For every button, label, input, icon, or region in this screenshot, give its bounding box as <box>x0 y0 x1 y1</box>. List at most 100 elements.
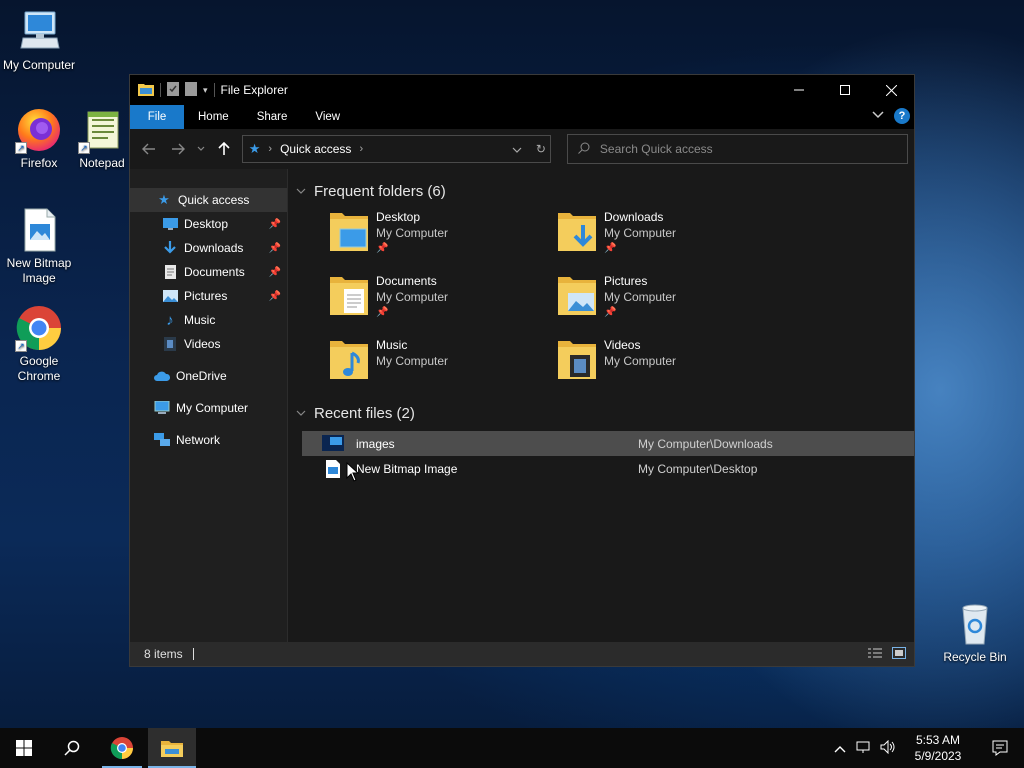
folder-tile-documents[interactable]: Documents My Computer 📌 <box>328 269 556 333</box>
bitmap-file-icon <box>322 459 344 478</box>
tab-share[interactable]: Share <box>243 105 302 129</box>
folder-location: My Computer <box>376 354 449 368</box>
details-view-icon[interactable] <box>868 647 882 662</box>
image-file-icon <box>322 434 344 453</box>
recent-file-row[interactable]: New Bitmap Image My Computer\Desktop <box>302 456 914 481</box>
chevron-right-icon[interactable]: › <box>359 143 363 155</box>
sidebar-item-quick-access[interactable]: ★ Quick access <box>130 188 287 212</box>
sidebar-item-label: Downloads <box>184 241 244 255</box>
address-bar[interactable]: ★ › Quick access › ↻ <box>241 135 551 163</box>
desktop-icon-new-bitmap[interactable]: New Bitmap Image <box>1 206 77 286</box>
help-icon[interactable]: ? <box>894 108 910 124</box>
file-name: images <box>356 436 395 451</box>
divider <box>192 648 194 660</box>
up-button[interactable] <box>214 135 234 163</box>
chevron-down-icon[interactable] <box>296 408 306 419</box>
network-icon[interactable] <box>852 740 876 757</box>
documents-folder-icon <box>328 273 370 319</box>
folder-name: Desktop <box>376 210 421 224</box>
sidebar-item-network[interactable]: Network <box>130 428 287 452</box>
sidebar-item-label: Network <box>176 433 221 447</box>
network-icon <box>154 432 170 448</box>
folder-location: My Computer <box>604 354 677 368</box>
file-explorer-window[interactable]: ▾ File Explorer File Home Share View ? ★… <box>129 74 915 667</box>
sidebar-item-music[interactable]: ♪ Music <box>130 308 287 332</box>
search-button[interactable] <box>48 728 96 768</box>
window-controls <box>776 75 914 105</box>
new-folder-icon[interactable] <box>185 81 197 99</box>
status-bar: 8 items <box>130 642 914 666</box>
breadcrumb-quick-access[interactable]: Quick access <box>280 142 351 156</box>
close-button[interactable] <box>868 75 914 105</box>
desktop-icon-firefox[interactable]: ↗ Firefox <box>1 106 77 171</box>
sidebar-item-pictures[interactable]: Pictures 📌 <box>130 284 287 308</box>
sidebar-item-label: Desktop <box>184 217 229 231</box>
recent-file-row[interactable]: images My Computer\Downloads <box>302 431 914 456</box>
sidebar-item-videos[interactable]: Videos <box>130 332 287 356</box>
clock[interactable]: 5:53 AM 5/9/2023 <box>900 732 976 764</box>
volume-icon[interactable] <box>876 739 900 757</box>
desktop-icon-notepad[interactable]: ↗ Notepad <box>72 106 132 171</box>
sidebar-item-label: My Computer <box>176 401 249 415</box>
desktop-icon-google-chrome[interactable]: ↗ Google Chrome <box>1 304 77 384</box>
sidebar-item-label: Documents <box>184 265 245 279</box>
address-dropdown-icon[interactable] <box>512 142 522 156</box>
recent-files-header[interactable]: Recent files (2) <box>288 401 914 425</box>
folder-name: Downloads <box>604 210 664 224</box>
action-center-button[interactable] <box>976 740 1024 756</box>
start-button[interactable] <box>0 728 48 768</box>
videos-folder-icon <box>556 337 598 383</box>
taskbar-chrome-button[interactable] <box>96 728 148 768</box>
file-name: New Bitmap Image <box>356 461 458 476</box>
search-box[interactable]: Search Quick access <box>566 134 908 164</box>
sidebar-item-my-computer[interactable]: My Computer <box>130 396 287 420</box>
taskbar-file-explorer-button[interactable] <box>148 728 196 768</box>
recent-files-list: images My Computer\Downloads New Bitmap … <box>288 431 914 481</box>
title-bar[interactable]: ▾ File Explorer <box>130 75 914 105</box>
folder-tile-music[interactable]: Music My Computer <box>328 333 556 397</box>
ribbon-tabs: File Home Share View ? <box>130 105 914 129</box>
large-icons-view-icon[interactable] <box>892 646 906 662</box>
folder-tile-pictures[interactable]: Pictures My Computer 📌 <box>556 269 784 333</box>
sidebar-item-documents[interactable]: Documents 📌 <box>130 260 287 284</box>
customize-toolbar-icon[interactable]: ▾ <box>203 85 208 96</box>
folder-tile-desktop[interactable]: Desktop My Computer 📌 <box>328 205 556 269</box>
videos-icon <box>162 336 178 352</box>
sidebar-item-label: Music <box>184 313 216 327</box>
desktop-folder-icon <box>328 209 370 255</box>
recycle-bin-icon <box>951 600 999 648</box>
folder-tile-downloads[interactable]: Downloads My Computer 📌 <box>556 205 784 269</box>
section-title: Frequent folders (6) <box>314 182 446 200</box>
desktop-icon-label: Recycle Bin <box>943 650 1007 664</box>
sidebar-item-label: OneDrive <box>176 369 227 383</box>
frequent-folders-header[interactable]: Frequent folders (6) <box>288 179 914 203</box>
folder-icon <box>138 82 154 99</box>
tab-file[interactable]: File <box>130 105 184 129</box>
back-button[interactable] <box>136 135 162 163</box>
expand-ribbon-chevron-icon[interactable] <box>872 110 884 122</box>
minimize-button[interactable] <box>776 75 822 105</box>
section-title: Recent files (2) <box>314 404 415 422</box>
show-hidden-icons-chevron-icon[interactable] <box>828 741 852 756</box>
forward-button[interactable] <box>168 135 188 163</box>
folder-tile-videos[interactable]: Videos My Computer <box>556 333 784 397</box>
properties-icon[interactable] <box>167 81 179 99</box>
refresh-icon[interactable]: ↻ <box>536 142 546 156</box>
chrome-icon <box>110 737 133 760</box>
tab-home[interactable]: Home <box>184 105 243 129</box>
pin-icon: 📌 <box>268 290 281 302</box>
firefox-icon: ↗ <box>15 106 63 154</box>
desktop-icon-recycle-bin[interactable]: Recycle Bin <box>937 600 1013 665</box>
chevron-right-icon[interactable]: › <box>268 143 272 155</box>
chevron-down-icon[interactable] <box>296 186 306 197</box>
sidebar-item-desktop[interactable]: Desktop 📌 <box>130 212 287 236</box>
maximize-button[interactable] <box>822 75 868 105</box>
desktop-icon-my-computer[interactable]: My Computer <box>1 8 77 73</box>
sidebar-item-onedrive[interactable]: OneDrive <box>130 364 287 388</box>
search-input[interactable]: Search Quick access <box>600 142 713 156</box>
tab-view[interactable]: View <box>301 105 354 129</box>
sidebar-item-downloads[interactable]: Downloads 📌 <box>130 236 287 260</box>
notepad-icon: ↗ <box>78 106 126 154</box>
recent-locations-button[interactable] <box>194 135 208 163</box>
bitmap-file-icon <box>15 206 63 254</box>
